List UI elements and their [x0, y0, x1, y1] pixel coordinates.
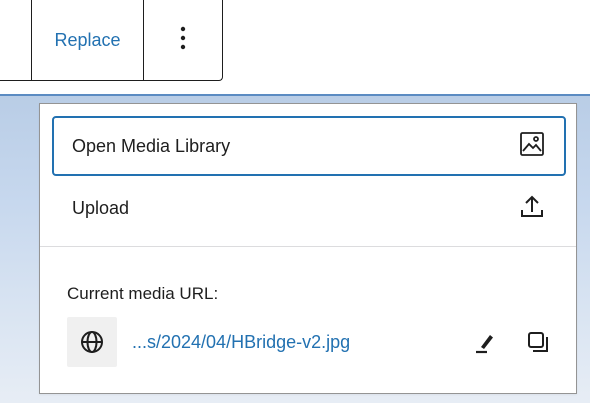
globe-icon — [67, 317, 117, 367]
more-options-button[interactable] — [144, 0, 222, 80]
open-media-library-item[interactable]: Open Media Library — [52, 116, 566, 176]
upload-label: Upload — [72, 197, 130, 218]
media-library-icon — [518, 130, 546, 163]
upload-icon — [518, 192, 546, 225]
replace-button[interactable]: Replace — [32, 0, 144, 80]
block-toolbar: Replace — [0, 0, 223, 81]
copy-icon[interactable] — [525, 329, 551, 355]
toolbar-left-segment[interactable] — [0, 0, 32, 80]
current-media-url-label: Current media URL: — [67, 284, 219, 303]
current-media-url-link[interactable]: ...s/2024/04/HBridge-v2.jpg — [132, 332, 473, 353]
popover-divider — [40, 246, 576, 247]
replace-button-label: Replace — [54, 29, 121, 50]
current-media-url-row: ...s/2024/04/HBridge-v2.jpg — [67, 316, 557, 368]
open-media-library-label: Open Media Library — [72, 135, 231, 156]
upload-item[interactable]: Upload — [52, 178, 566, 238]
vertical-ellipsis-icon — [179, 26, 187, 55]
replace-popover: Open Media Library Upload Current media … — [39, 103, 577, 394]
url-actions — [473, 329, 551, 355]
pencil-icon[interactable] — [473, 329, 499, 355]
